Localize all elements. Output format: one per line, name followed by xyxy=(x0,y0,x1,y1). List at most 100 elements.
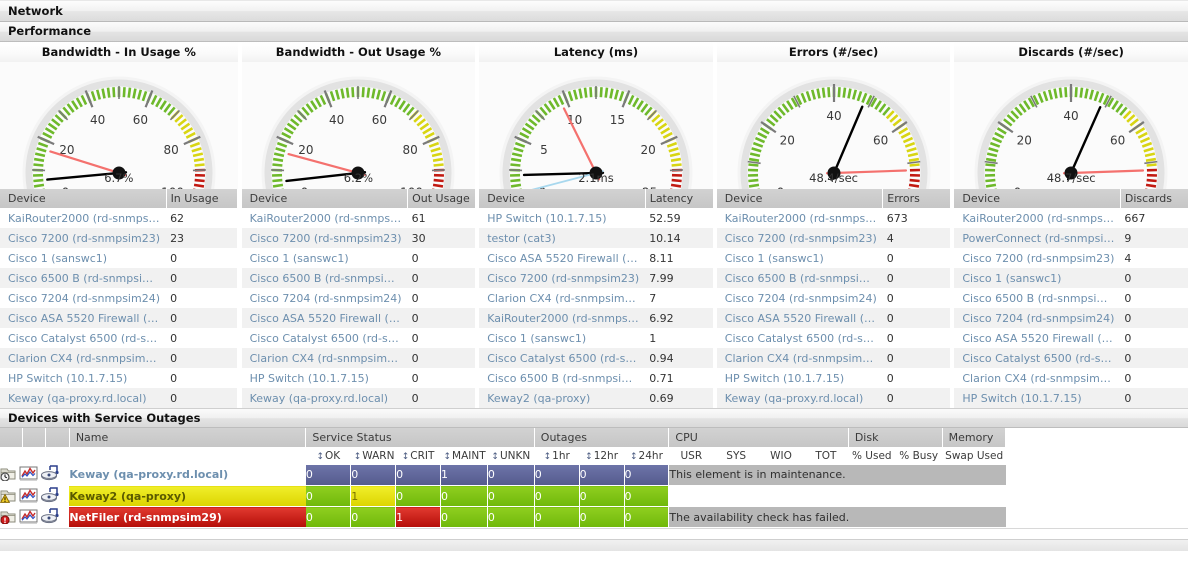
metric-col-device[interactable]: Device xyxy=(479,189,646,208)
table-row[interactable]: Clarion CX4 (rd-snmpsim25) 0 xyxy=(241,348,479,368)
metric-col-value[interactable]: Errors xyxy=(882,189,955,208)
device-name-cell[interactable]: HP Switch (10.1.7.15) xyxy=(716,368,883,388)
table-row[interactable]: Cisco 1 (sanswc1) 0 xyxy=(716,248,954,268)
table-row[interactable]: Cisco 7204 (rd-snmpsim24) 0 xyxy=(241,288,479,308)
device-name-cell[interactable]: Cisco 6500 B (rd-snmpsim21) xyxy=(716,268,883,288)
device-name-cell[interactable]: Cisco 7204 (rd-snmpsim24) xyxy=(716,288,883,308)
table-row[interactable]: Cisco 6500 B (rd-snmpsim21) 0 xyxy=(954,288,1188,308)
table-row[interactable]: Cisco ASA 5520 Firewall (rd... 8.11 xyxy=(479,248,717,268)
outages-row[interactable]: Keway (qa-proxy.rd.local) 0 0 0 1 0 0 0 … xyxy=(0,464,1006,486)
table-row[interactable]: Cisco 7200 (rd-snmpsim23) 30 xyxy=(241,228,479,248)
device-name-cell[interactable]: Cisco Catalyst 6500 (rd-snm... xyxy=(241,328,408,348)
device-name-cell[interactable]: Cisco 7204 (rd-snmpsim24) xyxy=(0,288,167,308)
device-name-cell[interactable]: testor (cat3) xyxy=(479,228,646,248)
outages-row[interactable]: Keway2 (qa-proxy) 0 1 0 0 0 0 0 0 xyxy=(0,485,1006,507)
table-row[interactable]: HP Switch (10.1.7.15) 0 xyxy=(716,368,954,388)
sort-ok[interactable]: ↕OK xyxy=(305,447,351,465)
chart-icon[interactable] xyxy=(19,487,38,506)
table-row[interactable]: Cisco Catalyst 6500 (rd-snm... 0 xyxy=(716,328,954,348)
device-name-cell[interactable]: Cisco 7200 (rd-snmpsim23) xyxy=(0,228,167,248)
metric-col-value[interactable]: In Usage xyxy=(166,189,238,208)
table-row[interactable]: HP Switch (10.1.7.15) 0 xyxy=(0,368,238,388)
device-name-cell[interactable]: Clarion CX4 (rd-snmpsim25) xyxy=(479,288,646,308)
metric-col-device[interactable]: Device xyxy=(241,189,409,208)
table-row[interactable]: Cisco 7204 (rd-snmpsim24) 0 xyxy=(954,308,1188,328)
table-row[interactable]: Cisco Catalyst 6500 (rd-snm... 0 xyxy=(954,348,1188,368)
sort-24hr[interactable]: ↕24hr xyxy=(624,447,669,465)
device-name-cell[interactable]: Cisco Catalyst 6500 (rd-snm... xyxy=(954,348,1121,368)
row-icons[interactable] xyxy=(0,464,70,486)
device-icon[interactable] xyxy=(40,507,61,527)
folder-error-icon[interactable] xyxy=(0,508,17,527)
device-name-cell[interactable]: HP Switch (10.1.7.15) xyxy=(954,388,1121,408)
device-name-cell[interactable]: Cisco 6500 B (rd-snmpsim21) xyxy=(479,368,646,388)
table-row[interactable]: Cisco 7200 (rd-snmpsim23) 7.99 xyxy=(479,268,717,288)
row-device-name[interactable]: NetFiler (rd-snmpsim29) xyxy=(69,506,306,528)
sort-maint[interactable]: ↕MAINT xyxy=(440,447,488,465)
device-name-cell[interactable]: Cisco ASA 5520 Firewall (rd... xyxy=(0,308,167,328)
device-name-cell[interactable]: Cisco 7204 (rd-snmpsim24) xyxy=(954,308,1121,328)
table-row[interactable]: Keway (qa-proxy.rd.local) 0 xyxy=(241,388,479,408)
device-name-cell[interactable]: Cisco 6500 B (rd-snmpsim21) xyxy=(0,268,167,288)
metric-col-value[interactable]: Out Usage xyxy=(407,189,480,208)
table-row[interactable]: HP Switch (10.1.7.15) 0 xyxy=(954,388,1188,408)
table-row[interactable]: Cisco 1 (sanswc1) 1 xyxy=(479,328,717,348)
metric-col-device[interactable]: Device xyxy=(954,189,1121,208)
table-row[interactable]: Keway2 (qa-proxy) 0.69 xyxy=(479,388,717,408)
device-name-cell[interactable]: HP Switch (10.1.7.15) xyxy=(0,368,167,388)
table-row[interactable]: Clarion CX4 (rd-snmpsim25) 7 xyxy=(479,288,717,308)
table-row[interactable]: Cisco Catalyst 6500 (rd-snm... 0.94 xyxy=(479,348,717,368)
row-icons[interactable] xyxy=(0,506,70,528)
table-row[interactable]: Cisco 7204 (rd-snmpsim24) 0 xyxy=(716,288,954,308)
sort-warn[interactable]: ↕WARN xyxy=(350,447,396,465)
device-name-cell[interactable]: Cisco 7200 (rd-snmpsim23) xyxy=(716,228,883,248)
row-device-name[interactable]: Keway2 (qa-proxy) xyxy=(69,485,306,507)
table-row[interactable]: Cisco ASA 5520 Firewall (rd... 0 xyxy=(954,328,1188,348)
horizontal-scrollbar[interactable] xyxy=(0,539,1188,551)
table-row[interactable]: Cisco 6500 B (rd-snmpsim21) 0 xyxy=(0,268,238,288)
table-row[interactable]: Keway (qa-proxy.rd.local) 0 xyxy=(0,388,238,408)
device-name-cell[interactable]: Cisco 7204 (rd-snmpsim24) xyxy=(241,288,408,308)
device-name-cell[interactable]: Keway (qa-proxy.rd.local) xyxy=(716,388,883,408)
sort-crit[interactable]: ↕CRIT xyxy=(395,447,441,465)
table-row[interactable]: Cisco 7204 (rd-snmpsim24) 0 xyxy=(0,288,238,308)
device-name-cell[interactable]: Cisco ASA 5520 Firewall (rd... xyxy=(954,328,1121,348)
table-row[interactable]: HP Switch (10.1.7.15) 0 xyxy=(241,368,479,388)
folder-clock-icon[interactable] xyxy=(0,465,17,484)
chart-icon[interactable] xyxy=(19,508,38,527)
metric-col-device[interactable]: Device xyxy=(716,189,884,208)
device-name-cell[interactable]: Cisco Catalyst 6500 (rd-snm... xyxy=(716,328,883,348)
table-row[interactable]: Cisco 1 (sanswc1) 0 xyxy=(954,268,1188,288)
device-name-cell[interactable]: HP Switch (10.1.7.15) xyxy=(479,208,646,228)
device-name-cell[interactable]: Cisco 7200 (rd-snmpsim23) xyxy=(954,248,1121,268)
table-row[interactable]: Clarion CX4 (rd-snmpsim25) 0 xyxy=(716,348,954,368)
device-name-cell[interactable]: Keway (qa-proxy.rd.local) xyxy=(0,388,167,408)
table-row[interactable]: KaiRouter2000 (rd-snmpsim27) 673 xyxy=(716,208,954,228)
table-row[interactable]: Cisco 7200 (rd-snmpsim23) 23 xyxy=(0,228,238,248)
device-icon[interactable] xyxy=(40,486,61,506)
table-row[interactable]: HP Switch (10.1.7.15) 52.59 xyxy=(479,208,717,228)
device-name-cell[interactable]: Clarion CX4 (rd-snmpsim25) xyxy=(0,348,167,368)
device-name-cell[interactable]: Clarion CX4 (rd-snmpsim25) xyxy=(241,348,408,368)
device-name-cell[interactable]: Cisco 1 (sanswc1) xyxy=(479,328,646,348)
folder-warning-icon[interactable] xyxy=(0,487,17,506)
device-name-cell[interactable]: Cisco 7200 (rd-snmpsim23) xyxy=(241,228,408,248)
device-name-cell[interactable]: Cisco ASA 5520 Firewall (rd... xyxy=(479,248,646,268)
device-name-cell[interactable]: Cisco 6500 B (rd-snmpsim21) xyxy=(241,268,408,288)
table-row[interactable]: Cisco 6500 B (rd-snmpsim21) 0.71 xyxy=(479,368,717,388)
device-name-cell[interactable]: HP Switch (10.1.7.15) xyxy=(241,368,408,388)
device-name-cell[interactable]: Cisco 1 (sanswc1) xyxy=(716,248,883,268)
metric-col-value[interactable]: Latency xyxy=(645,189,717,208)
device-name-cell[interactable]: KaiRouter2000 (rd-snmpsim27) xyxy=(0,208,167,228)
table-row[interactable]: Cisco ASA 5520 Firewall (rd... 0 xyxy=(0,308,238,328)
table-row[interactable]: Cisco 6500 B (rd-snmpsim21) 0 xyxy=(716,268,954,288)
table-row[interactable]: PowerConnect (rd-snmpsim26) 9 xyxy=(954,228,1188,248)
device-name-cell[interactable]: Clarion CX4 (rd-snmpsim25) xyxy=(716,348,883,368)
device-name-cell[interactable]: Cisco 1 (sanswc1) xyxy=(954,268,1121,288)
table-row[interactable]: KaiRouter2000 (rd-snmpsim27) 667 xyxy=(954,208,1188,228)
table-row[interactable]: Clarion CX4 (rd-snmpsim25) 0 xyxy=(0,348,238,368)
col-name-header[interactable]: Name xyxy=(69,428,307,448)
sort-1hr[interactable]: ↕1hr xyxy=(534,447,580,465)
table-row[interactable]: testor (cat3) 10.14 xyxy=(479,228,717,248)
table-row[interactable]: Cisco Catalyst 6500 (rd-snm... 0 xyxy=(0,328,238,348)
